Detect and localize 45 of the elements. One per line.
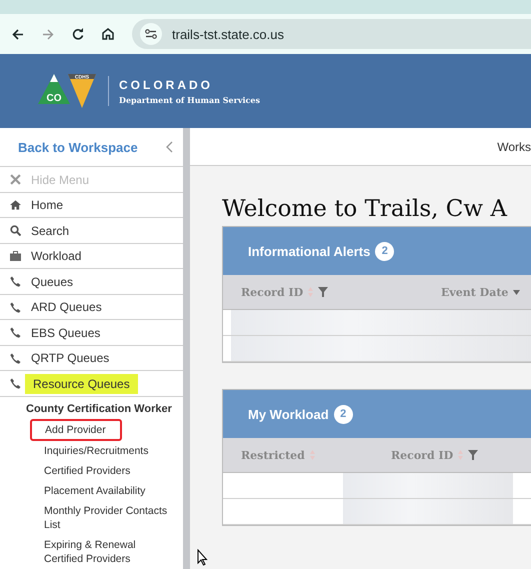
submenu-link[interactable]: Monthly Provider Contacts List <box>44 500 174 535</box>
url-text: trails-tst.state.co.us <box>172 26 284 42</box>
menu-item[interactable]: QRTP Queues <box>31 351 110 366</box>
back-to-workspace-link[interactable]: Back to Workspace <box>18 140 138 155</box>
panel-title: My Workload <box>248 406 329 422</box>
search-icon <box>10 225 21 236</box>
address-bar[interactable]: trails-tst.state.co.us <box>132 19 531 49</box>
section-title: County Certification Worker <box>25 402 173 417</box>
submenu-link[interactable]: Certified Providers <box>44 460 174 481</box>
phone-icon <box>10 352 21 364</box>
phone-icon <box>10 327 21 338</box>
menu-item[interactable]: Resource Queues <box>25 374 138 394</box>
briefcase-icon <box>10 251 21 262</box>
submenu-link[interactable]: Inquiries/Recruitments <box>44 440 174 461</box>
panel-title: Informational Alerts <box>248 244 370 258</box>
forward-icon[interactable] <box>42 28 54 40</box>
menu-item[interactable]: Queues <box>31 274 74 289</box>
submenu-link[interactable]: Placement Availability <box>44 480 174 501</box>
submenu-link[interactable]: Add Provider <box>30 418 122 441</box>
count-badge: 2 <box>375 242 394 260</box>
phone-icon <box>10 302 21 313</box>
count-badge: 2 <box>334 404 353 424</box>
pointer-cursor-icon <box>197 549 208 566</box>
agency-name: COLORADO <box>119 78 214 92</box>
filter-icon[interactable] <box>468 450 478 460</box>
sort-down-icon[interactable] <box>513 290 520 294</box>
menu-item[interactable]: Workload <box>31 249 82 264</box>
menu-item[interactable]: EBS Queues <box>31 326 100 340</box>
reload-icon[interactable] <box>72 28 84 40</box>
menu-item[interactable]: Home <box>31 198 64 212</box>
home-icon <box>10 200 21 210</box>
menu-item[interactable]: Search <box>31 224 70 238</box>
home-icon[interactable] <box>102 28 114 40</box>
collapse-chevron-icon[interactable] <box>166 141 173 154</box>
department-name: Department of Human Services <box>119 94 260 104</box>
site-settings-icon[interactable] <box>140 23 162 45</box>
back-icon[interactable] <box>12 28 24 40</box>
close-icon <box>10 174 21 186</box>
filter-icon[interactable] <box>318 287 328 297</box>
phone-icon <box>10 276 21 288</box>
workspace-link[interactable]: Works <box>497 140 531 154</box>
welcome-heading: Welcome to Trails, Cw A <box>222 196 508 222</box>
submenu-link[interactable]: Expiring & Renewal Certified Providers <box>44 534 174 569</box>
menu-item[interactable]: ARD Queues <box>31 300 102 314</box>
phone-icon <box>10 378 21 390</box>
